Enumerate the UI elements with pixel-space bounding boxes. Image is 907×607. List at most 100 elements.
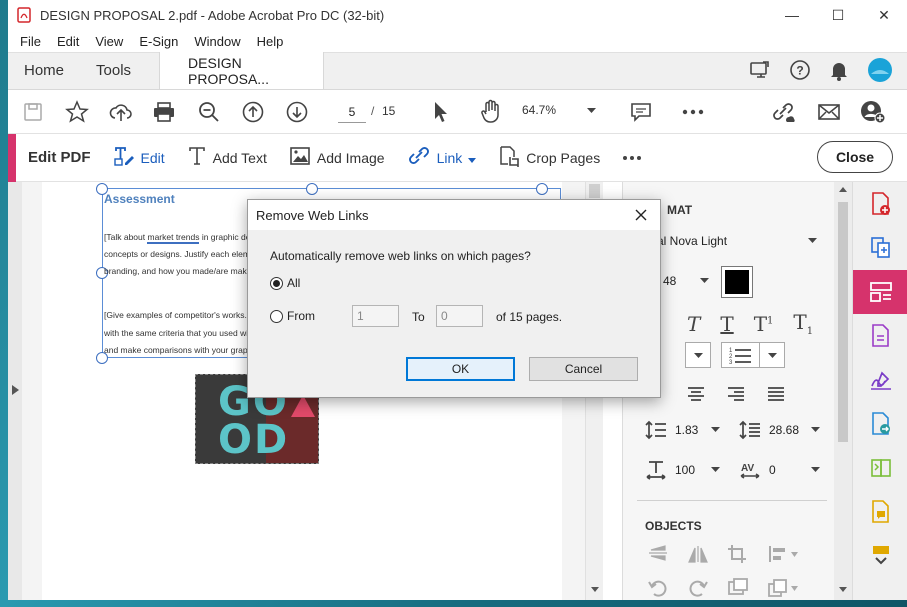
menu-view[interactable]: View — [87, 34, 131, 49]
horizontal-scale-control[interactable]: 100 — [645, 460, 720, 480]
star-icon[interactable] — [64, 99, 90, 125]
chevron-down-icon — [711, 467, 720, 472]
duplicate-dropdown[interactable] — [767, 578, 798, 598]
underline-icon[interactable]: T — [720, 312, 733, 336]
share-screen-icon[interactable] — [749, 60, 771, 83]
italic-icon[interactable]: T — [687, 312, 700, 336]
menu-edit[interactable]: Edit — [49, 34, 87, 49]
menu-help[interactable]: Help — [249, 34, 292, 49]
previous-page-icon[interactable] — [240, 99, 266, 125]
minimize-button[interactable]: — — [769, 0, 815, 30]
email-icon[interactable] — [816, 99, 842, 125]
flip-horizontal-icon[interactable] — [687, 544, 709, 564]
add-user-icon[interactable] — [860, 99, 886, 125]
market-trends-link[interactable]: market trends — [147, 232, 200, 244]
document-paragraph-line: concepts or designs. Justify each elemen… — [104, 249, 262, 259]
link-button[interactable]: Link — [407, 145, 477, 170]
export-pdf-tool[interactable] — [853, 314, 907, 358]
font-color-swatch[interactable] — [721, 266, 753, 298]
next-page-icon[interactable] — [284, 99, 310, 125]
chevron-down-icon — [700, 278, 709, 283]
share-link-icon[interactable] — [770, 99, 796, 125]
all-pages-radio[interactable]: All — [270, 276, 300, 290]
replace-image-icon[interactable] — [727, 578, 749, 598]
crop-icon[interactable] — [727, 544, 749, 564]
format-panel-scrollbar[interactable] — [834, 182, 852, 600]
print-icon[interactable] — [151, 99, 177, 125]
menu-esign[interactable]: E-Sign — [131, 34, 186, 49]
tab-document[interactable]: DESIGN PROPOSA... — [159, 52, 325, 89]
combine-files-tool[interactable] — [853, 226, 907, 270]
scroll-down-icon[interactable] — [839, 587, 847, 592]
font-size-select[interactable]: 48 — [663, 274, 709, 288]
rotate-left-icon[interactable] — [647, 578, 669, 598]
line-spacing-control[interactable]: 1.83 — [645, 420, 720, 440]
menu-file[interactable]: File — [12, 34, 49, 49]
more-edit-tools-icon[interactable] — [622, 155, 642, 161]
compare-files-tool[interactable] — [853, 446, 907, 490]
select-cursor-icon[interactable] — [428, 99, 454, 125]
page-range-radio[interactable]: From — [270, 309, 315, 323]
hand-tool-icon[interactable] — [478, 99, 504, 125]
more-tools-expand[interactable] — [853, 534, 907, 578]
scroll-down-icon[interactable] — [591, 587, 599, 592]
help-icon[interactable]: ? — [789, 59, 811, 84]
maximize-button[interactable]: ☐ — [815, 0, 861, 30]
dialog-close-icon[interactable] — [630, 204, 652, 226]
subscript-icon[interactable]: T1 — [793, 310, 813, 337]
font-family-select[interactable]: al Nova Light — [657, 234, 817, 248]
upload-cloud-icon[interactable] — [108, 99, 134, 125]
notifications-bell-icon[interactable] — [829, 59, 849, 84]
flip-vertical-icon[interactable] — [647, 544, 669, 564]
from-page-input[interactable]: 1 — [352, 305, 399, 327]
resize-handle[interactable] — [536, 183, 548, 195]
arrange-dropdown[interactable] — [767, 544, 798, 564]
superscript-icon[interactable]: T1 — [754, 312, 774, 336]
save-icon[interactable] — [20, 99, 46, 125]
ok-button[interactable]: OK — [406, 357, 515, 381]
left-pane-toggle[interactable] — [8, 182, 22, 600]
align-right-icon[interactable] — [727, 386, 745, 402]
more-tools-icon[interactable] — [680, 99, 706, 125]
close-window-button[interactable]: ✕ — [861, 0, 907, 30]
cancel-button[interactable]: Cancel — [529, 357, 638, 381]
radio-button-selected[interactable] — [270, 276, 283, 290]
paragraph-spacing-control[interactable]: 28.68 — [739, 420, 820, 440]
line-spacing-icon — [645, 420, 666, 440]
edit-tool-button[interactable]: Edit — [113, 145, 165, 170]
scrollbar-thumb[interactable] — [838, 202, 848, 442]
close-edit-pdf-button[interactable]: Close — [817, 141, 893, 173]
scrollbar-thumb[interactable] — [589, 184, 600, 198]
comment-tool[interactable] — [853, 490, 907, 534]
create-pdf-tool[interactable] — [853, 182, 907, 226]
zoom-out-icon[interactable] — [196, 99, 222, 125]
comment-icon[interactable] — [628, 99, 654, 125]
chevron-down-icon — [768, 353, 777, 358]
horizontal-scale-icon — [646, 461, 666, 480]
page-number-input[interactable]: 5 — [338, 101, 366, 123]
resize-handle[interactable] — [306, 183, 318, 195]
align-justify-icon[interactable] — [767, 386, 785, 402]
tab-tools[interactable]: Tools — [80, 52, 147, 89]
add-image-button[interactable]: Add Image — [289, 146, 385, 169]
add-text-button[interactable]: Add Text — [187, 146, 267, 169]
align-center-icon[interactable] — [687, 386, 705, 402]
scroll-up-icon[interactable] — [839, 187, 847, 192]
to-page-input[interactable]: 0 — [436, 305, 483, 327]
numbered-list-dropdown[interactable]: 123 — [721, 342, 785, 368]
edit-pdf-tool[interactable] — [853, 270, 907, 314]
crop-pages-button[interactable]: Crop Pages — [498, 145, 600, 170]
acrobat-window: DESIGN PROPOSAL 2.pdf - Adobe Acrobat Pr… — [8, 0, 907, 600]
menu-window[interactable]: Window — [186, 34, 248, 49]
radio-button[interactable] — [270, 309, 283, 323]
chevron-down-icon — [808, 238, 817, 243]
zoom-select[interactable]: 64.7% — [522, 103, 596, 117]
send-for-review-tool[interactable] — [853, 402, 907, 446]
bullet-list-dropdown[interactable] — [685, 342, 711, 368]
character-spacing-control[interactable]: AV 0 — [739, 460, 820, 480]
document-paragraph-line: [Give examples of competitor's works. Th… — [104, 310, 266, 320]
rotate-right-icon[interactable] — [687, 578, 709, 598]
fill-sign-tool[interactable] — [853, 358, 907, 402]
tab-home[interactable]: Home — [8, 52, 80, 89]
user-avatar[interactable] — [867, 57, 893, 86]
